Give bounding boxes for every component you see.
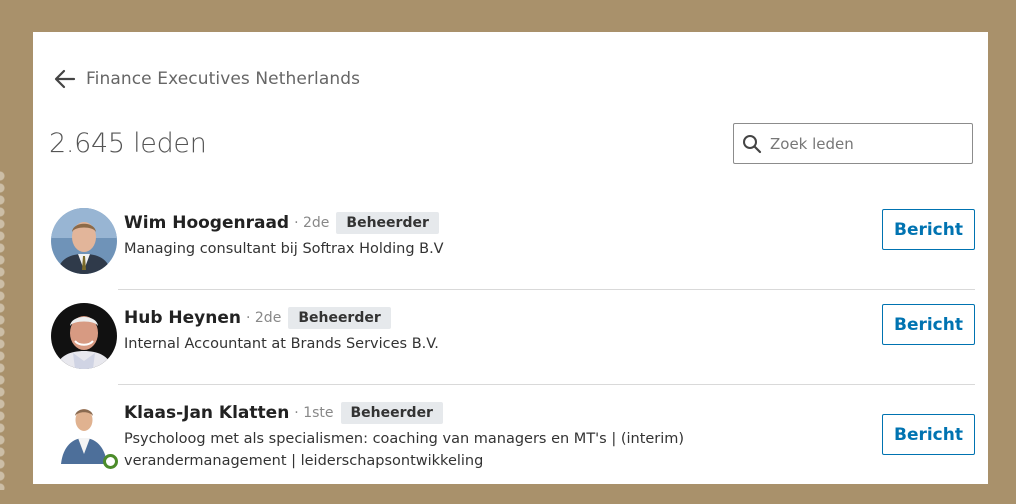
member-headline: Managing consultant bij Softrax Holding … [124, 241, 444, 257]
admin-badge: Beheerder [340, 402, 443, 424]
connection-degree: · 2de [294, 215, 330, 231]
member-row: Klaas-Jan Klatten · 1ste Beheerder Psych… [33, 398, 988, 484]
avatar[interactable] [51, 303, 117, 369]
member-count: 2.645 leden [49, 128, 207, 159]
member-name[interactable]: Hub Heynen [124, 308, 241, 328]
member-headline: Internal Accountant at Brands Services B… [124, 336, 439, 352]
member-info: Hub Heynen · 2de Beheerder Internal Acco… [124, 305, 824, 355]
online-status-indicator [103, 454, 118, 469]
member-search[interactable] [733, 123, 973, 164]
member-headline-line: verandermanagement | leiderschapsontwikk… [124, 453, 484, 469]
search-input[interactable] [768, 133, 962, 154]
member-info: Klaas-Jan Klatten · 1ste Beheerder Psych… [124, 400, 824, 472]
message-button[interactable]: Bericht [882, 209, 975, 250]
connection-degree: · 1ste [294, 405, 334, 421]
member-name[interactable]: Wim Hoogenraad [124, 213, 289, 233]
message-button[interactable]: Bericht [882, 304, 975, 345]
member-row: Hub Heynen · 2de Beheerder Internal Acco… [33, 303, 988, 400]
search-icon [743, 134, 762, 153]
member-name[interactable]: Klaas-Jan Klatten [124, 403, 289, 423]
stamp-edge-decoration [0, 170, 12, 490]
member-headline: Psycholoog met als specialismen: coachin… [124, 428, 824, 472]
admin-badge: Beheerder [336, 212, 439, 234]
message-button[interactable]: Bericht [882, 414, 975, 455]
arrow-left-icon[interactable] [52, 66, 78, 92]
avatar[interactable] [51, 208, 117, 274]
members-card: Finance Executives Netherlands 2.645 led… [33, 32, 988, 484]
member-headline-line: Psycholoog met als specialismen: coachin… [124, 431, 685, 447]
group-title[interactable]: Finance Executives Netherlands [86, 69, 360, 89]
divider [118, 384, 975, 385]
divider [118, 289, 975, 290]
admin-badge: Beheerder [288, 307, 391, 329]
member-info: Wim Hoogenraad · 2de Beheerder Managing … [124, 210, 824, 260]
member-row: Wim Hoogenraad · 2de Beheerder Managing … [33, 208, 988, 305]
connection-degree: · 2de [246, 310, 282, 326]
page-header: Finance Executives Netherlands [52, 66, 360, 92]
